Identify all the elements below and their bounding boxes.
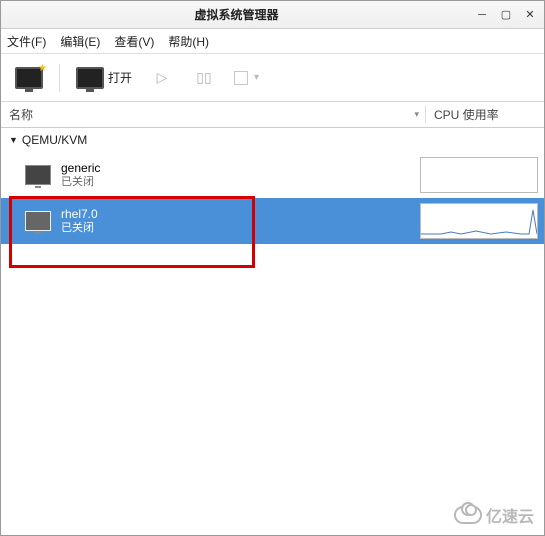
run-button[interactable]: ▷ — [144, 65, 180, 90]
open-label: 打开 — [108, 69, 132, 86]
column-name-label: 名称 — [9, 106, 33, 123]
new-vm-icon — [15, 67, 43, 89]
pause-button[interactable]: ▯▯ — [186, 65, 222, 90]
vm-name: rhel7.0 — [61, 207, 98, 221]
chevron-down-icon: ▾ — [254, 72, 259, 83]
connection-row[interactable]: ▼ QEMU/KVM — [1, 128, 544, 152]
column-cpu[interactable]: CPU 使用率 — [426, 106, 544, 123]
new-vm-button[interactable] — [9, 63, 49, 93]
cpu-graph — [420, 203, 538, 239]
watermark: 亿速云 — [454, 503, 534, 527]
vm-tree: ▼ QEMU/KVM generic 已关闭 rhel7.0 已关闭 — [1, 128, 544, 244]
cpu-sparkline — [421, 204, 537, 238]
menu-help[interactable]: 帮助(H) — [168, 33, 209, 50]
pause-icon: ▯▯ — [192, 69, 216, 86]
menu-edit[interactable]: 编辑(E) — [60, 33, 100, 50]
shutdown-button[interactable]: ▾ — [228, 67, 265, 89]
minimize-button[interactable]: ─ — [474, 7, 490, 23]
disclosure-triangle-icon[interactable]: ▼ — [9, 135, 18, 145]
vm-status: 已关闭 — [61, 222, 98, 235]
watermark-text: 亿速云 — [486, 503, 534, 527]
menu-view[interactable]: 查看(V) — [114, 33, 154, 50]
column-cpu-label: CPU 使用率 — [434, 108, 499, 122]
separator — [59, 64, 60, 92]
menu-file[interactable]: 文件(F) — [7, 33, 46, 50]
vm-row-rhel7[interactable]: rhel7.0 已关闭 — [1, 198, 544, 244]
vm-status: 已关闭 — [61, 176, 100, 189]
cloud-icon — [454, 506, 482, 524]
column-header-row: 名称 ▾ CPU 使用率 — [1, 102, 544, 128]
sort-indicator-icon: ▾ — [414, 109, 419, 120]
vm-icon — [25, 165, 51, 185]
window-title: 虚拟系统管理器 — [7, 6, 466, 23]
menubar: 文件(F) 编辑(E) 查看(V) 帮助(H) — [1, 29, 544, 54]
vm-name: generic — [61, 161, 100, 175]
monitor-icon — [76, 67, 104, 89]
close-button[interactable]: ✕ — [522, 7, 538, 23]
vm-icon — [25, 211, 51, 231]
vm-row-generic[interactable]: generic 已关闭 — [1, 152, 544, 198]
titlebar: 虚拟系统管理器 ─ ▢ ✕ — [1, 1, 544, 29]
column-name[interactable]: 名称 ▾ — [1, 106, 426, 123]
toolbar: 打开 ▷ ▯▯ ▾ — [1, 54, 544, 102]
stop-icon — [234, 71, 248, 85]
cpu-graph — [420, 157, 538, 193]
maximize-button[interactable]: ▢ — [498, 7, 514, 23]
open-vm-button[interactable]: 打开 — [70, 63, 138, 93]
connection-label: QEMU/KVM — [22, 133, 87, 147]
play-icon: ▷ — [150, 69, 174, 86]
